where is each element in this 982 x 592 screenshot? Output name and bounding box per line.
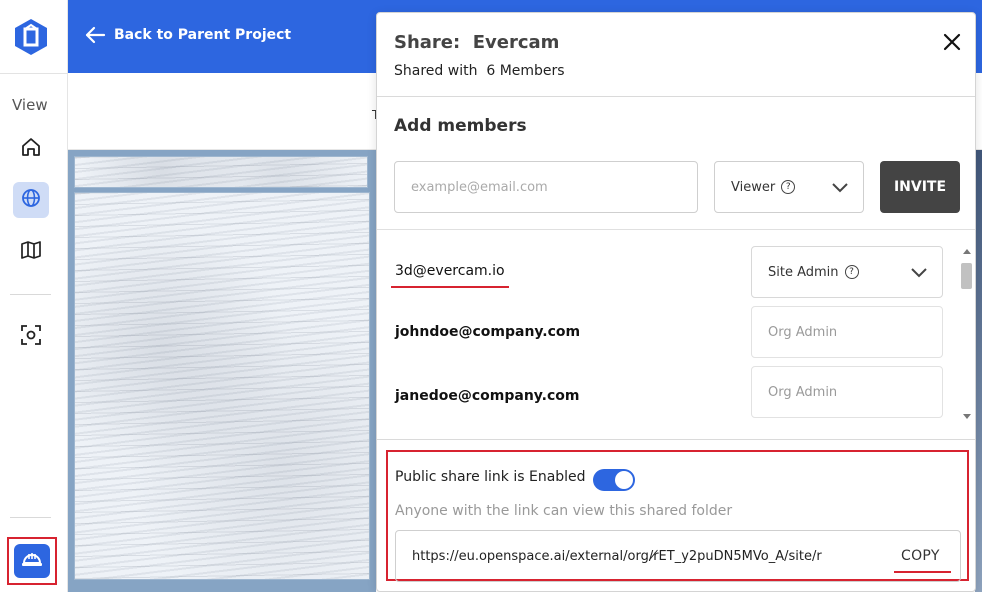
annotation-underline: [391, 286, 509, 288]
rail-divider: [0, 73, 68, 74]
member-email: 3d@evercam.io: [395, 263, 505, 279]
divider: [377, 439, 975, 440]
background-image-edge: [975, 150, 982, 592]
help-icon[interactable]: ?: [844, 265, 859, 279]
view-label: View: [12, 96, 48, 114]
add-members-heading: Add members: [394, 116, 527, 136]
members-scrollbar[interactable]: [960, 245, 974, 423]
annotation-underline: [894, 571, 951, 573]
site-image-panel[interactable]: [68, 150, 376, 592]
map-nav-button[interactable]: [13, 234, 49, 270]
invite-button[interactable]: INVITE: [880, 161, 960, 213]
globe-nav-button[interactable]: [13, 182, 49, 218]
back-label: Back to Parent Project: [114, 27, 292, 43]
globe-icon: [20, 187, 42, 213]
arrow-left-icon: [84, 26, 106, 44]
chevron-down-icon: [910, 264, 928, 284]
role-dropdown-value: Viewer: [731, 179, 776, 195]
scroll-up-icon[interactable]: [963, 249, 971, 254]
home-nav-button[interactable]: [13, 131, 49, 167]
image-thumbnail-main[interactable]: [74, 192, 370, 580]
public-link-description: Anyone with the link can view this share…: [395, 503, 733, 519]
close-icon: [942, 33, 962, 56]
role-dropdown[interactable]: Viewer ?: [714, 161, 864, 213]
chevron-down-icon: [831, 179, 849, 199]
close-button[interactable]: [942, 32, 962, 52]
member-role-value: Org Admin: [768, 324, 838, 340]
home-icon: [20, 136, 42, 162]
scroll-down-icon[interactable]: [963, 414, 971, 419]
member-email: johndoe@company.com: [395, 324, 581, 340]
public-link-field[interactable]: https://eu.openspace.ai/external/org/r‍̸…: [395, 530, 961, 582]
divider: [377, 96, 975, 97]
share-dialog: Share: Evercam Shared with 6 Members Add…: [376, 12, 976, 592]
focus-nav-button[interactable]: [13, 319, 49, 355]
rail-divider: [10, 517, 51, 518]
helmet-icon: [21, 549, 43, 573]
member-role-value: Org Admin: [768, 384, 838, 400]
member-role-field: Org Admin: [751, 306, 943, 358]
public-link-label: Public share link is Enabled: [395, 469, 586, 485]
app-logo[interactable]: [13, 18, 49, 56]
back-to-parent-link[interactable]: Back to Parent Project: [84, 26, 291, 44]
focus-icon: [20, 324, 42, 350]
member-email: janedoe@company.com: [395, 388, 580, 404]
helmet-highlight: [7, 537, 57, 585]
shared-with-count: Shared with 6 Members: [394, 63, 565, 79]
public-link-section: Public share link is Enabled Anyone with…: [386, 450, 969, 582]
copy-button[interactable]: COPY: [901, 548, 940, 564]
dialog-title: Share: Evercam: [394, 32, 560, 53]
map-icon: [20, 239, 42, 265]
left-rail: View: [0, 0, 68, 592]
image-thumbnail-top[interactable]: [74, 156, 368, 188]
scroll-thumb[interactable]: [961, 263, 972, 289]
member-role-field: Org Admin: [751, 366, 943, 418]
member-role-dropdown[interactable]: Site Admin ?: [751, 246, 943, 298]
rail-divider: [10, 294, 51, 295]
helmet-button[interactable]: [14, 544, 50, 578]
divider: [377, 229, 975, 230]
public-link-url[interactable]: https://eu.openspace.ai/external/org/r‍̸…: [412, 549, 832, 564]
public-link-toggle[interactable]: [593, 469, 635, 491]
email-input[interactable]: [394, 161, 698, 213]
help-icon[interactable]: ?: [781, 180, 796, 194]
toggle-knob: [615, 471, 633, 489]
member-role-value: Site Admin: [768, 264, 839, 280]
